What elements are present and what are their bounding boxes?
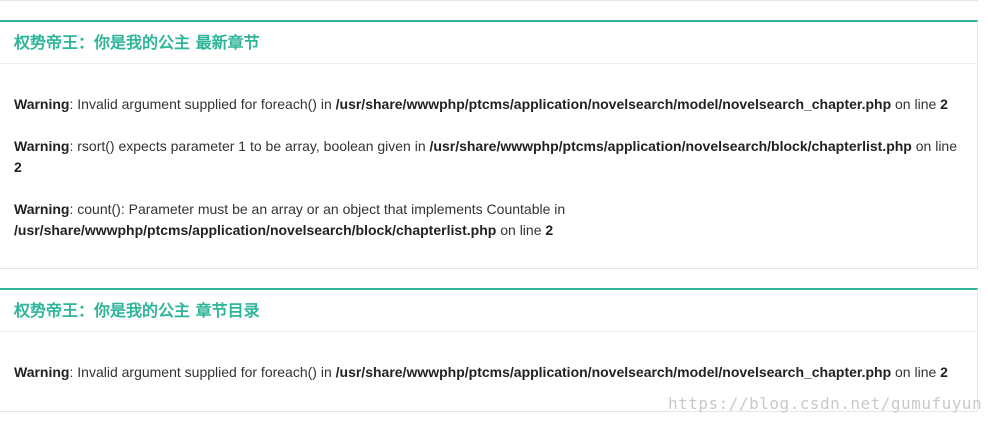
warning-message: : rsort() expects parameter 1 to be arra… (69, 138, 430, 154)
php-warning: Warning: count(): Parameter must be an a… (14, 199, 964, 241)
warning-path: /usr/share/wwwphp/ptcms/application/nove… (429, 138, 912, 154)
warning-line-text: on line (496, 222, 546, 238)
latest-chapters-panel: 权势帝王：你是我的公主 最新章节 Warning: Invalid argume… (0, 20, 978, 269)
warning-label: Warning (14, 201, 70, 217)
warning-message: : count(): Parameter must be an array or… (69, 201, 566, 217)
warning-path: /usr/share/wwwphp/ptcms/application/nove… (14, 222, 497, 238)
chapter-list-body: Warning: Invalid argument supplied for f… (0, 332, 977, 383)
warning-line-number: 2 (545, 222, 554, 238)
warning-label: Warning (14, 138, 70, 154)
php-warning: Warning: Invalid argument supplied for f… (14, 362, 964, 383)
top-divider (0, 0, 978, 1)
blog-watermark: https://blog.csdn.net/gumufuyun (668, 394, 983, 413)
latest-chapters-body: Warning: Invalid argument supplied for f… (0, 64, 977, 241)
warning-label: Warning (14, 364, 70, 380)
warning-label: Warning (14, 96, 70, 112)
warning-line-text: on line (911, 138, 958, 154)
warning-message: : Invalid argument supplied for foreach(… (69, 364, 336, 380)
warning-path: /usr/share/wwwphp/ptcms/application/nove… (335, 364, 892, 380)
chapter-list-title: 权势帝王：你是我的公主 章节目录 (0, 290, 977, 332)
warning-line-number: 2 (940, 364, 948, 380)
latest-chapters-title: 权势帝王：你是我的公主 最新章节 (0, 22, 977, 64)
warning-message: : Invalid argument supplied for foreach(… (69, 96, 336, 112)
warning-line-text: on line (891, 364, 941, 380)
warning-line-text: on line (891, 96, 941, 112)
warning-line-number: 2 (14, 159, 22, 175)
php-warning: Warning: Invalid argument supplied for f… (14, 94, 964, 115)
warning-line-number: 2 (940, 96, 948, 112)
warning-path: /usr/share/wwwphp/ptcms/application/nove… (335, 96, 892, 112)
php-warning: Warning: rsort() expects parameter 1 to … (14, 136, 964, 178)
